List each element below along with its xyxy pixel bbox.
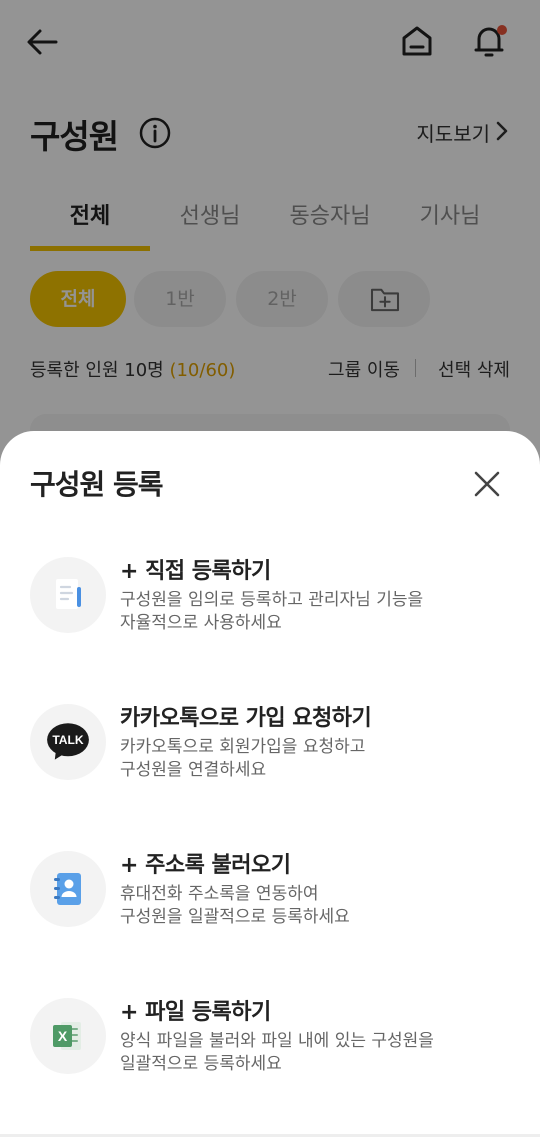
description-line: 일괄적으로 등록하세요 bbox=[120, 1054, 282, 1074]
excel-icon-text: X bbox=[58, 1028, 68, 1044]
close-icon[interactable] bbox=[466, 463, 508, 505]
description-line: 구성원을 일괄적으로 등록하세요 bbox=[120, 907, 350, 927]
sheet-title: 구성원 등록 bbox=[30, 468, 164, 501]
option-description: 양식 파일을 불러와 파일 내에 있는 구성원을 일괄적으로 등록하세요 bbox=[120, 1030, 510, 1076]
option-title: + 파일 등록하기 bbox=[120, 1000, 271, 1025]
description-line: 카카오톡으로 회원가입을 요청하고 bbox=[120, 737, 366, 757]
kakaotalk-icon-text: TALK bbox=[52, 733, 84, 747]
address-book-icon bbox=[54, 873, 81, 905]
option-title: + 직접 등록하기 bbox=[120, 559, 271, 584]
option-description: 카카오톡으로 회원가입을 요청하고 구성원을 연결하세요 bbox=[120, 736, 510, 782]
description-line: 구성원을 연결하세요 bbox=[120, 760, 267, 780]
icon-circle bbox=[30, 851, 106, 927]
description-line: 양식 파일을 불러와 파일 내에 있는 구성원을 bbox=[120, 1031, 434, 1051]
description-line: 자율적으로 사용하세요 bbox=[120, 613, 282, 633]
description-line: 휴대전화 주소록을 연동하여 bbox=[120, 884, 319, 904]
register-member-sheet: 구성원 등록 + 직접 등록하기 구성원을 임의로 등록하고 관리자님 기능을 … bbox=[0, 431, 540, 1137]
description-line: 구성원을 임의로 등록하고 관리자님 기능을 bbox=[120, 590, 424, 610]
option-direct-register[interactable]: + 직접 등록하기 구성원을 임의로 등록하고 관리자님 기능을 자율적으로 사… bbox=[0, 545, 540, 655]
option-address-book[interactable]: + 주소록 불러오기 휴대전화 주소록을 연동하여 구성원을 일괄적으로 등록하… bbox=[0, 839, 540, 949]
icon-circle: TALK bbox=[30, 704, 106, 780]
option-description: 구성원을 임의로 등록하고 관리자님 기능을 자율적으로 사용하세요 bbox=[120, 589, 510, 635]
option-description: 휴대전화 주소록을 연동하여 구성원을 일괄적으로 등록하세요 bbox=[120, 883, 510, 929]
excel-file-icon: X bbox=[53, 1022, 81, 1050]
option-file-register[interactable]: X + 파일 등록하기 양식 파일을 불러와 파일 내에 있는 구성원을 일괄적… bbox=[0, 986, 540, 1096]
option-title: + 주소록 불러오기 bbox=[120, 853, 291, 878]
icon-circle: X bbox=[30, 998, 106, 1074]
icon-circle bbox=[30, 557, 106, 633]
option-title: 카카오톡으로 가입 요청하기 bbox=[120, 706, 372, 731]
option-kakaotalk-invite[interactable]: TALK 카카오톡으로 가입 요청하기 카카오톡으로 회원가입을 요청하고 구성… bbox=[0, 692, 540, 802]
kakaotalk-icon: TALK bbox=[47, 723, 89, 760]
document-icon bbox=[56, 579, 81, 609]
